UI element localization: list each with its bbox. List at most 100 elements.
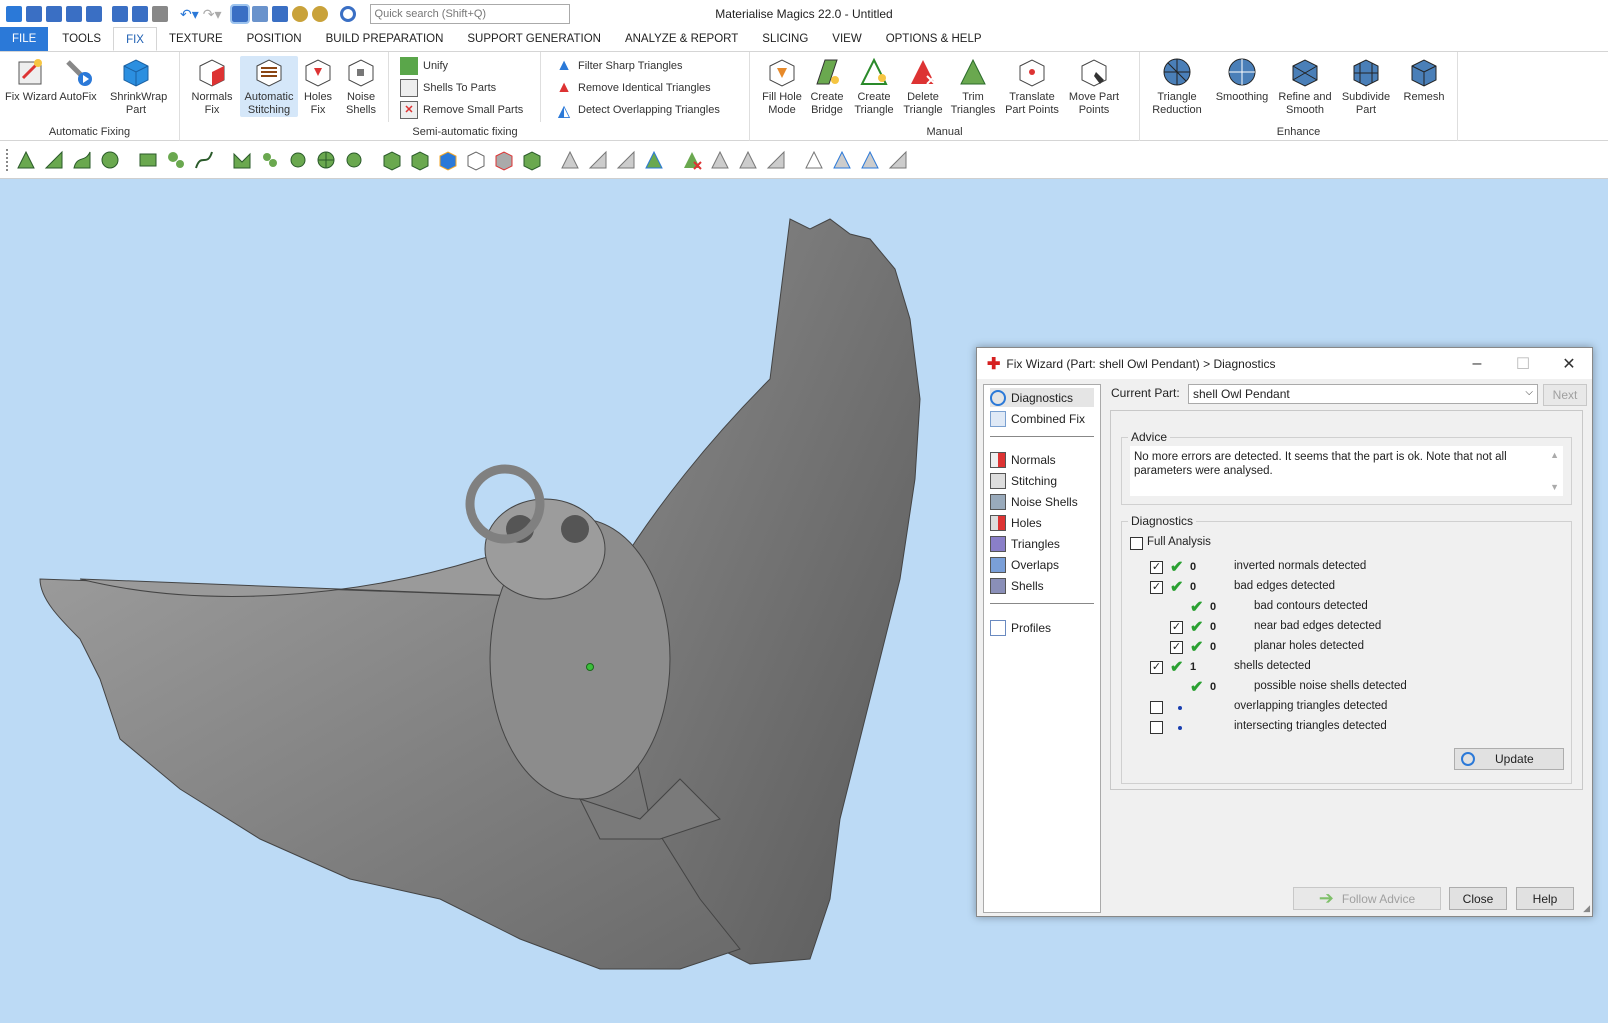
- normals-fix-button[interactable]: Normals Fix: [186, 56, 238, 117]
- unify-button[interactable]: Unify: [400, 56, 448, 76]
- filter-sharp-triangles-button[interactable]: ▲ Filter Sharp Triangles: [555, 56, 682, 76]
- save-icon[interactable]: [66, 6, 82, 22]
- nav-overlaps[interactable]: Overlaps: [990, 555, 1059, 574]
- select-mode-icon[interactable]: [229, 4, 250, 24]
- unmark-surface-icon[interactable]: [615, 149, 637, 171]
- nav-normals[interactable]: Normals: [990, 450, 1056, 469]
- remesh-button[interactable]: Remesh: [1396, 56, 1452, 104]
- tab-fix[interactable]: FIX: [113, 27, 157, 51]
- create-bridge-button[interactable]: Create Bridge: [804, 56, 850, 117]
- tab-options-help[interactable]: OPTIONS & HELP: [874, 27, 994, 51]
- diagnostic-checkbox[interactable]: ✓: [1150, 581, 1163, 594]
- translate-part-points-button[interactable]: Translate Part Points: [1000, 56, 1064, 117]
- hide-marked-icon[interactable]: [709, 149, 731, 171]
- autofix-button[interactable]: AutoFix: [52, 56, 104, 104]
- undo-icon[interactable]: ↶▾: [180, 6, 199, 23]
- zoom-fit-icon[interactable]: [311, 6, 328, 22]
- unmark-plane-icon[interactable]: [587, 149, 609, 171]
- fill-hole-mode-button[interactable]: Fill Hole Mode: [756, 56, 808, 117]
- mark-flat-icon[interactable]: [887, 149, 909, 171]
- trim-triangles-button[interactable]: Trim Triangles: [948, 56, 998, 117]
- mark-by-angle-icon[interactable]: [831, 149, 853, 171]
- open-file-icon[interactable]: [46, 6, 62, 22]
- current-part-select[interactable]: shell Owl Pendant ⌵: [1188, 384, 1538, 404]
- holes-fix-button[interactable]: Holes Fix: [296, 56, 340, 117]
- scroll-up-icon[interactable]: ▲: [1550, 448, 1559, 462]
- invert-marking-icon[interactable]: [737, 149, 759, 171]
- remove-small-parts-button[interactable]: ✕ Remove Small Parts: [400, 100, 523, 120]
- diagnostic-checkbox[interactable]: [1150, 701, 1163, 714]
- tab-view[interactable]: VIEW: [820, 27, 873, 51]
- new-file-icon[interactable]: [26, 6, 42, 22]
- quick-search-input[interactable]: Quick search (Shift+Q): [369, 4, 570, 24]
- mark-overlap-icon[interactable]: [859, 149, 881, 171]
- mark-curve-icon[interactable]: [193, 149, 215, 171]
- resize-grip-icon[interactable]: ◢: [1583, 903, 1590, 914]
- export-icon[interactable]: [132, 6, 148, 22]
- nav-shells[interactable]: Shells: [990, 576, 1044, 595]
- zoom-part-icon[interactable]: [251, 6, 268, 22]
- fix-wizard-button[interactable]: Fix Wizard: [5, 56, 57, 104]
- mark-cluster-icon[interactable]: [259, 149, 281, 171]
- view-cube-icon[interactable]: [271, 6, 288, 22]
- import-icon[interactable]: [112, 6, 128, 22]
- create-triangle-button[interactable]: Create Triangle: [850, 56, 898, 117]
- tab-texture[interactable]: TEXTURE: [157, 27, 235, 51]
- close-part-icon[interactable]: [152, 6, 168, 22]
- mark-rectangle-icon[interactable]: [137, 149, 159, 171]
- unmark-box-icon[interactable]: [465, 149, 487, 171]
- move-part-points-button[interactable]: Move Part Points: [1066, 56, 1122, 117]
- nav-diagnostics[interactable]: Diagnostics: [990, 388, 1094, 407]
- nav-profiles[interactable]: Profiles: [990, 618, 1051, 637]
- update-button[interactable]: Update: [1454, 748, 1564, 770]
- unmark-triangle-icon[interactable]: [559, 149, 581, 171]
- nav-noise-shells[interactable]: Noise Shells: [990, 492, 1078, 511]
- mark-shell-icon[interactable]: [99, 149, 121, 171]
- tab-tools[interactable]: TOOLS: [50, 27, 113, 51]
- owl-pendant-model[interactable]: [0, 179, 1000, 999]
- shrink-marking-icon[interactable]: [803, 149, 825, 171]
- maximize-button[interactable]: ☐: [1500, 348, 1546, 379]
- mark-colored-box-icon[interactable]: [437, 149, 459, 171]
- zoom-icon[interactable]: [291, 6, 308, 22]
- mark-box-icon[interactable]: [409, 149, 431, 171]
- mark-part-icon[interactable]: [381, 149, 403, 171]
- tab-file[interactable]: FILE: [0, 27, 49, 51]
- scroll-down-icon[interactable]: ▼: [1550, 480, 1559, 494]
- help-button[interactable]: Help: [1516, 887, 1574, 910]
- mark-wheel-icon[interactable]: [315, 149, 337, 171]
- diagnostic-checkbox[interactable]: ✓: [1150, 661, 1163, 674]
- mark-wave-icon[interactable]: [231, 149, 253, 171]
- close-button[interactable]: Close: [1449, 887, 1507, 910]
- tab-position[interactable]: POSITION: [235, 27, 314, 51]
- grow-marking-icon[interactable]: [643, 149, 665, 171]
- settings-gear-icon[interactable]: [339, 6, 356, 22]
- noise-shells-button[interactable]: Noise Shells: [338, 56, 384, 117]
- remove-identical-triangles-button[interactable]: ▲ Remove Identical Triangles: [555, 78, 711, 98]
- full-analysis-checkbox[interactable]: [1130, 537, 1143, 550]
- diagnostic-checkbox[interactable]: ✓: [1170, 641, 1183, 654]
- redo-icon[interactable]: ↷▾: [203, 6, 222, 23]
- shells-to-parts-button[interactable]: Shells To Parts: [400, 78, 496, 98]
- nav-stitching[interactable]: Stitching: [990, 471, 1057, 490]
- tab-slicing[interactable]: SLICING: [750, 27, 820, 51]
- mark-plane-icon[interactable]: [43, 149, 65, 171]
- tab-build-preparation[interactable]: BUILD PREPARATION: [314, 27, 456, 51]
- tab-support-generation[interactable]: SUPPORT GENERATION: [455, 27, 613, 51]
- diagnostic-checkbox[interactable]: [1150, 721, 1163, 734]
- triangle-reduction-button[interactable]: Triangle Reduction: [1146, 56, 1208, 117]
- refine-and-smooth-button[interactable]: Refine and Smooth: [1274, 56, 1336, 117]
- save-as-icon[interactable]: [86, 6, 102, 22]
- mark-lasso-icon[interactable]: [165, 149, 187, 171]
- diagnostic-checkbox[interactable]: ✓: [1170, 621, 1183, 634]
- smoothing-button[interactable]: Smoothing: [1212, 56, 1272, 104]
- tab-analyze-report[interactable]: ANALYZE & REPORT: [613, 27, 750, 51]
- automatic-stitching-button[interactable]: Automatic Stitching: [240, 56, 298, 117]
- detect-overlapping-triangles-button[interactable]: ◭ Detect Overlapping Triangles: [555, 100, 720, 120]
- next-button[interactable]: Next: [1543, 384, 1587, 406]
- close-window-button[interactable]: ✕: [1546, 348, 1592, 379]
- diagnostic-checkbox[interactable]: ✓: [1150, 561, 1163, 574]
- mark-surface-icon[interactable]: [71, 149, 93, 171]
- subdivide-part-button[interactable]: Subdivide Part: [1338, 56, 1394, 117]
- mark-all-box-icon[interactable]: [521, 149, 543, 171]
